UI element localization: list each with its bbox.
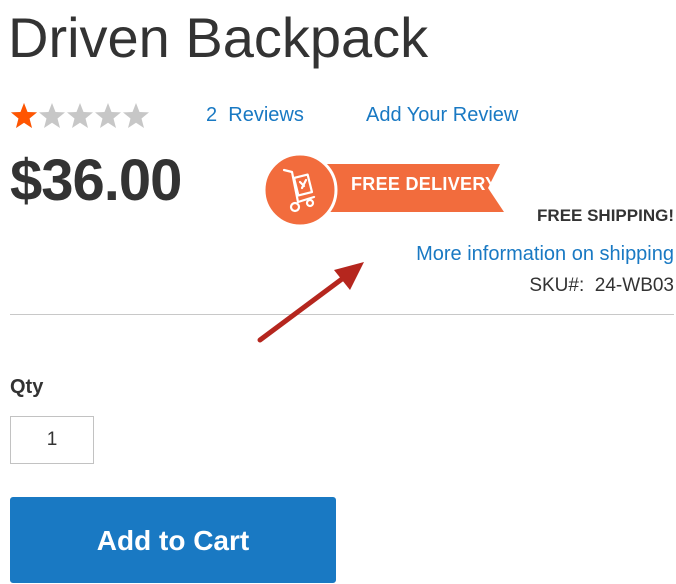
more-info-shipping-link[interactable]: More information on shipping	[416, 243, 674, 266]
badge-text: FREE DELIVERY	[351, 174, 498, 194]
reviews-count: 2	[206, 104, 218, 126]
product-title: Driven Backpack	[8, 6, 429, 69]
product-price: $36.00	[10, 148, 182, 213]
sku: SKU#: 24-WB03	[529, 275, 674, 297]
rating-stars	[10, 102, 160, 130]
qty-input[interactable]	[10, 416, 94, 464]
add-to-cart-button[interactable]: Add to Cart	[10, 497, 336, 583]
free-delivery-badge: FREE DELIVERY	[262, 152, 508, 228]
sku-label: SKU#:	[529, 275, 585, 296]
star-empty-icon	[95, 103, 121, 128]
add-your-review-link[interactable]: Add Your Review	[366, 104, 518, 127]
rating-stars-graphic	[11, 103, 149, 128]
star-empty-icon	[123, 103, 149, 128]
free-shipping-text: FREE SHIPPING!	[537, 206, 674, 225]
reviews-link[interactable]: 2 Reviews	[206, 104, 304, 127]
qty-label: Qty	[10, 376, 44, 398]
star-filled-icon	[11, 103, 37, 128]
sku-value: 24-WB03	[594, 275, 674, 296]
star-empty-icon	[67, 103, 93, 128]
add-to-cart-label: Add to Cart	[96, 525, 250, 556]
reviews-label: Reviews	[228, 104, 304, 126]
annotation-arrow-icon	[257, 262, 364, 343]
star-empty-icon	[39, 103, 65, 128]
